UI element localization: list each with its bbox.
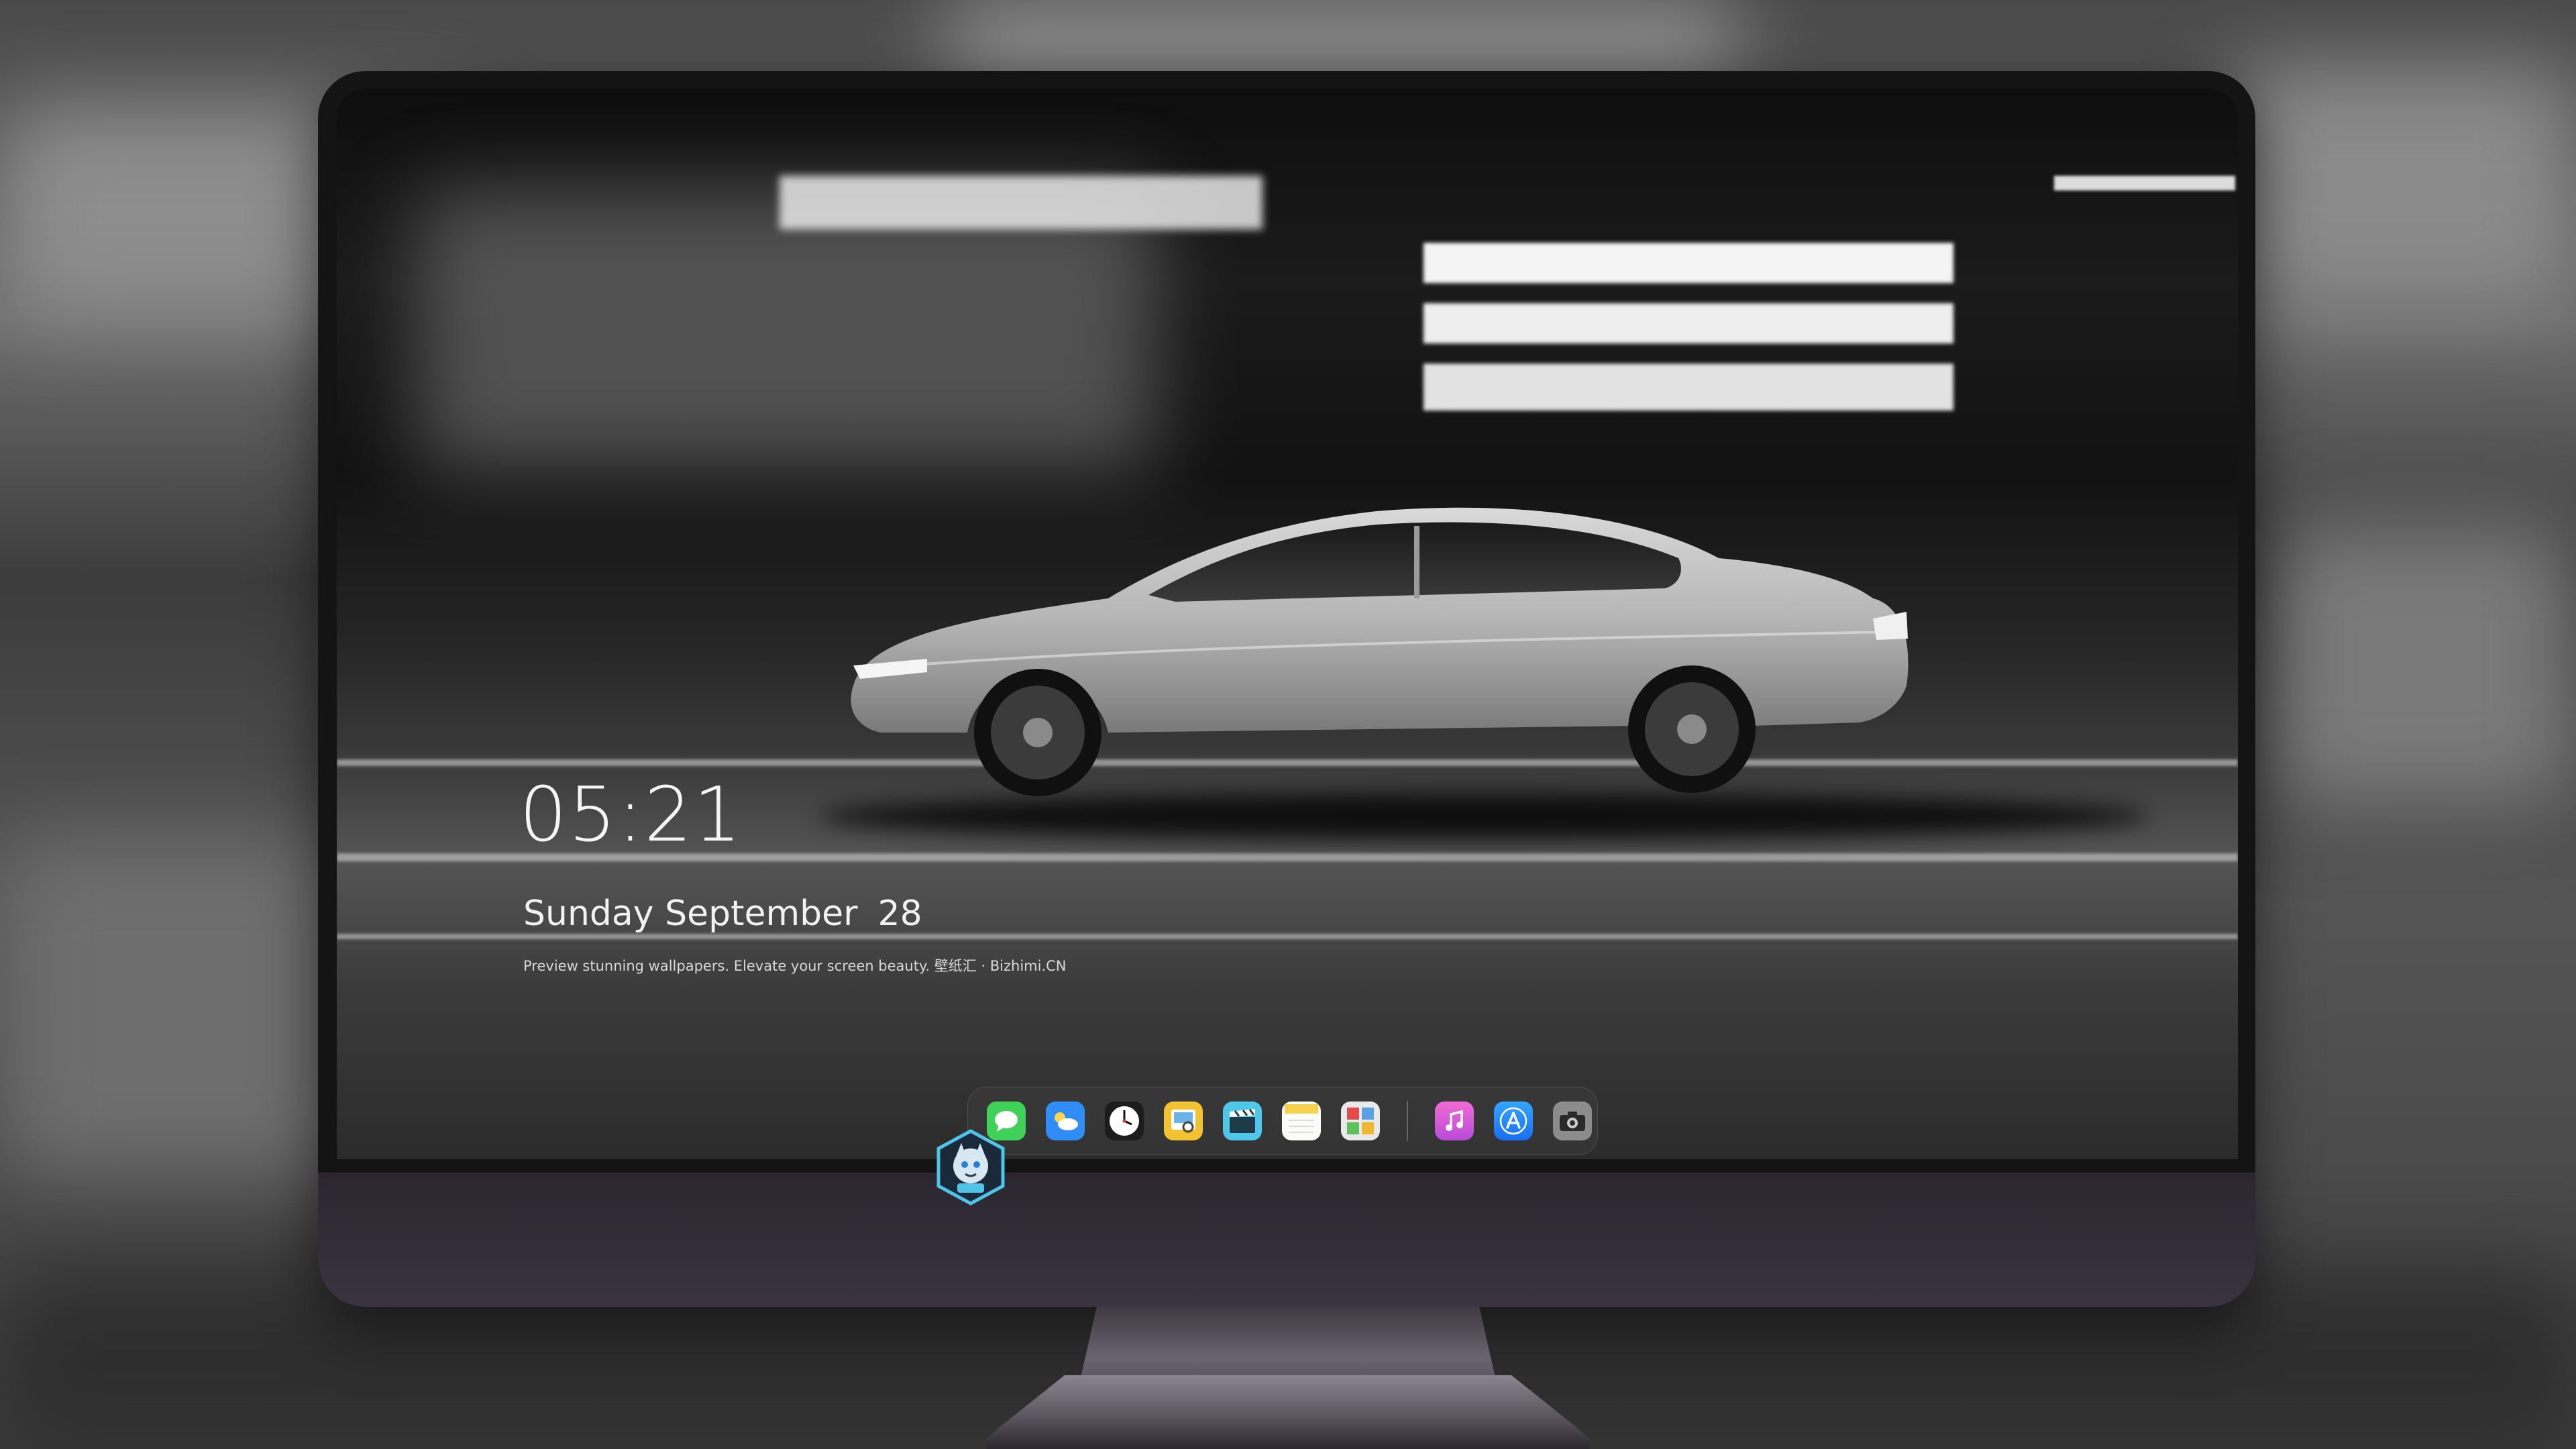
tagline: Preview stunning wallpapers. Elevate you…: [523, 958, 1067, 974]
notes-icon[interactable]: [1282, 1102, 1321, 1140]
app-store-icon[interactable]: [1494, 1102, 1533, 1140]
monitor-chin: [318, 1173, 2255, 1307]
brand-logo-icon: [936, 1129, 1005, 1205]
date-label: Sunday September 28: [523, 894, 922, 934]
desktop-screen: 05:21 Sunday September 28 Preview stunnin…: [337, 89, 2238, 1159]
clapperboard-icon[interactable]: [1223, 1102, 1262, 1140]
monitor: 05:21 Sunday September 28 Preview stunnin…: [318, 71, 2255, 1307]
camera-icon[interactable]: [1553, 1102, 1592, 1140]
monitor-stand-base: [986, 1375, 1590, 1449]
day-number: 28: [877, 894, 922, 934]
itunes-icon[interactable]: [1435, 1102, 1474, 1140]
clock-time: 05:21: [519, 771, 743, 859]
weather-icon[interactable]: [1046, 1102, 1085, 1140]
photo-booth-icon[interactable]: [1341, 1102, 1380, 1140]
dock: [967, 1087, 1598, 1155]
preview-icon[interactable]: [1164, 1102, 1203, 1140]
dock-separator: [1407, 1101, 1408, 1141]
clock-icon[interactable]: [1105, 1102, 1144, 1140]
weekday-month: Sunday September: [523, 894, 858, 934]
monitor-stand-neck: [1080, 1307, 1496, 1381]
car-image: [851, 507, 1909, 796]
